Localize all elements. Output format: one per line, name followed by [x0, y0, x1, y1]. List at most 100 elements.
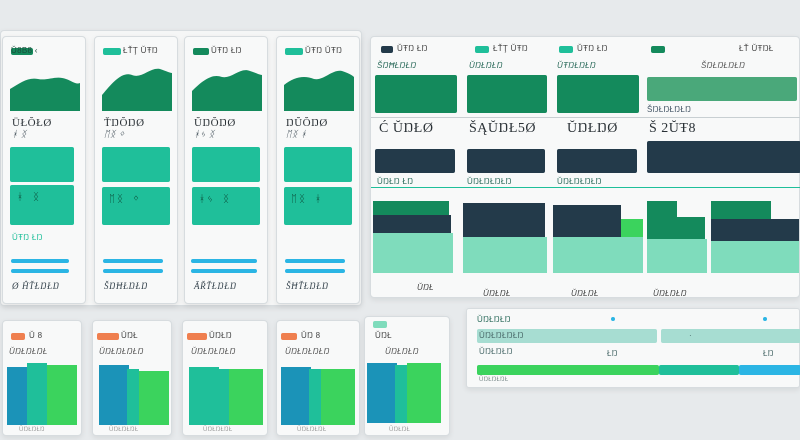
card-bar-teal-dark — [10, 185, 74, 225]
dark-bar-4 — [647, 141, 800, 173]
card-caption: ŬŊŁŊŁ — [389, 427, 411, 433]
section-label-2: ŬŊŁŊŁŊŁŊ — [467, 177, 512, 186]
subheader-4: ŠŊŁŊŁŊŁŊ — [701, 61, 746, 70]
metric-card-2[interactable]: ŁŤŢ ŬŦŊ ŤŊŎŊØ ᛖᛝ ᛜ ᛖᛝ ᛜ ŠŊĦŁŊŁŊ — [94, 36, 178, 304]
bottom-card-3[interactable]: ŬŊŁŊ ŬŊŁŊŁŊŁŊ ŬŊŁŊŁŊŁ — [182, 320, 268, 436]
bottom-card-1[interactable]: Ŭ 8 ŬŊŁŊŁŊŁ ŬŊŁŊŁŊ — [2, 320, 82, 436]
card-subtitle: ŬŊŁŊŁŊ — [385, 347, 419, 356]
header-label-3: ŬŦŊ ŁŊ — [577, 44, 608, 53]
stacked-chart-4 — [647, 201, 799, 273]
card-orange-tag — [97, 333, 119, 340]
card-bar-teal — [284, 147, 352, 182]
card-header-label: Ŭ8B8 ‹ — [11, 46, 38, 55]
card-bar-teal — [102, 147, 170, 182]
value-3: ŬŊŁŊØ — [567, 121, 618, 136]
card-progress-line-2 — [103, 269, 163, 273]
card-value: ŤŊŎŊØ — [104, 117, 145, 129]
area-sparkline — [284, 70, 354, 111]
card-footer-text: ŠĦŤŁŊŁŊ — [286, 281, 329, 291]
card-header-tag — [285, 48, 303, 55]
header-tag-1 — [381, 46, 393, 53]
table-row-2-marker: ŁŊ — [607, 349, 618, 358]
card-caption: ŬŊŁŊŁŊŁ — [203, 427, 233, 433]
grouped-bar-chart — [7, 363, 77, 425]
subheader-3: ŬŦŊŁŊŁŊ — [557, 61, 597, 70]
table-title: ŬŊŁŊŁŊ — [477, 315, 511, 324]
grouped-bar-chart — [281, 367, 355, 425]
table-progress-green — [477, 365, 659, 375]
card-header-label: ŁŤŢ ŬŦŊ — [123, 46, 158, 55]
card-subvalue: ᚼᛃ ᛝ — [194, 129, 215, 139]
grouped-bar-chart — [99, 365, 169, 425]
card-progress-line — [103, 259, 163, 263]
subheader-2: ŬŊŁŊŁŊ — [469, 61, 503, 70]
header-label-1: ŬŦŊ ŁŊ — [397, 44, 428, 53]
table-marker — [611, 317, 615, 321]
card-digit-block: ᛖᛝ ᛜ — [109, 195, 142, 206]
card-progress-line — [11, 259, 69, 263]
card-caption: ŬŊŁŊŁŊŁ — [297, 427, 327, 433]
card-subvalue: ᛖᛝ ᛜ — [104, 129, 125, 139]
stacked-chart-3 — [553, 205, 643, 273]
card-header-tag — [103, 48, 121, 55]
kpi-block-1[interactable] — [375, 75, 457, 113]
header-tag-4 — [651, 46, 665, 53]
card-header-tag — [373, 321, 387, 328]
card-bar-teal — [192, 147, 260, 182]
card-digit-block: ᚼᛃ ᛝ — [199, 195, 232, 206]
card-footer-text: ŠŊĦŁŊŁŊ — [104, 281, 149, 291]
card-progress-line-2 — [285, 269, 345, 273]
card-progress-line-2 — [191, 269, 257, 273]
card-subtitle: ŬŊŁŊŁŊŁ — [9, 347, 48, 356]
card-header: ŬŊŁ — [375, 331, 392, 340]
area-sparkline — [10, 77, 80, 111]
card-subvalue: ᛖᛝ ᚼ — [286, 129, 307, 139]
card-progress-line — [285, 259, 345, 263]
subheader-1: ŠŊĦŁŊŁŊ — [377, 61, 417, 70]
table-progress-teal — [659, 365, 739, 375]
card-header: ŬŊ 8 — [301, 331, 321, 340]
bottom-card-5[interactable]: ŬŊŁ ŬŊŁŊŁŊ ŬŊŁŊŁ — [364, 316, 450, 436]
dark-bar-2 — [467, 149, 545, 173]
table-row-2-label: ŬŊŁŊŁŊ — [479, 347, 513, 356]
card-header-label: ŬŦŊ ŬŦŊ — [305, 46, 343, 55]
card-subtitle: ŬŊŁŊŁŊŁŊ — [99, 347, 144, 356]
card-footer-text: Ø ĤŤŁŊŁŊ — [12, 281, 60, 291]
area-sparkline — [192, 70, 262, 111]
kpi-block-3[interactable] — [557, 75, 639, 113]
main-dashboard-panel: ŬŦŊ ŁŊ ŁŤŢ ŬŦŊ ŬŦŊ ŁŊ ŁŤ ŬŦŊŁ ŠŊĦŁŊŁŊ ŬŊ… — [370, 36, 800, 298]
section-label-1: ŬŊŁŊ ŁŊ — [377, 177, 414, 186]
card-header-tag — [193, 48, 209, 55]
card-header-label: ŬŦŊ ŁŊ — [211, 46, 242, 55]
metric-card-4[interactable]: ŬŦŊ ŬŦŊ ŊŬŎŊØ ᛖᛝ ᚼ ᛖᛝ ᚼ ŠĦŤŁŊŁŊ — [276, 36, 360, 304]
bottom-card-2[interactable]: ŬŊŁ ŬŊŁŊŁŊŁŊ ŬŊŁŊŁŊŁ — [92, 320, 172, 436]
dark-bar-3 — [557, 149, 637, 173]
card-digit-block: ᛖᛝ ᚼ — [291, 195, 324, 206]
card-progress-line-2 — [11, 269, 69, 273]
card-subvalue: ᚼ ᛝ — [12, 129, 27, 139]
card-header: ŬŊŁŊ — [209, 331, 232, 340]
header-label-2: ŁŤŢ ŬŦŊ — [493, 44, 528, 53]
stacked-chart-1 — [373, 201, 453, 273]
table-row-2-marker-b: ŁŊ — [763, 349, 774, 358]
table-progress-cyan — [739, 365, 800, 375]
header-tag-3 — [559, 46, 573, 53]
header-tag-2 — [475, 46, 489, 53]
card-subtitle: ŬŊŁŊŁŊŁŊ — [285, 347, 330, 356]
kpi-block-2[interactable] — [467, 75, 547, 113]
table-panel: ŬŊŁŊŁŊ ŬŊŁŊŁŊŁŊ · ŬŊŁŊŁŊ ŁŊ ŁŊ ŬŊŁŊŁŊŁ — [466, 308, 800, 388]
card-header: Ŭ 8 — [29, 331, 43, 340]
table-row-3-label: ŬŊŁŊŁŊŁ — [479, 377, 509, 383]
value-1: Ć ŬŊŁØ — [379, 121, 434, 136]
stacked-chart-2 — [463, 203, 547, 273]
card-value: ŬŊŎŊØ — [194, 117, 236, 129]
value-4: Š 2ŬŦ8 — [649, 121, 696, 136]
metric-card-1[interactable]: Ŭ8B8 ‹ ÜŁŎŁØ ᚼ ᛝ ᚼ ᛝ ŬŦŊ ŁŊ Ø ĤŤŁŊŁŊ — [2, 36, 86, 304]
kpi-block-4[interactable] — [647, 77, 797, 101]
table-marker — [763, 317, 767, 321]
bottom-card-4[interactable]: ŬŊ 8 ŬŊŁŊŁŊŁŊ ŬŊŁŊŁŊŁ — [276, 320, 360, 436]
table-row-1b[interactable] — [661, 329, 800, 343]
metric-card-3[interactable]: ŬŦŊ ŁŊ ŬŊŎŊØ ᚼᛃ ᛝ ᚼᛃ ᛝ ĂŘŤŁŊŁŊ — [184, 36, 268, 304]
card-subtitle: ŬŊŁŊŁŊŁŊ — [191, 347, 236, 356]
footer-label-4: ŬŊŁŊŁŊ — [653, 289, 687, 298]
